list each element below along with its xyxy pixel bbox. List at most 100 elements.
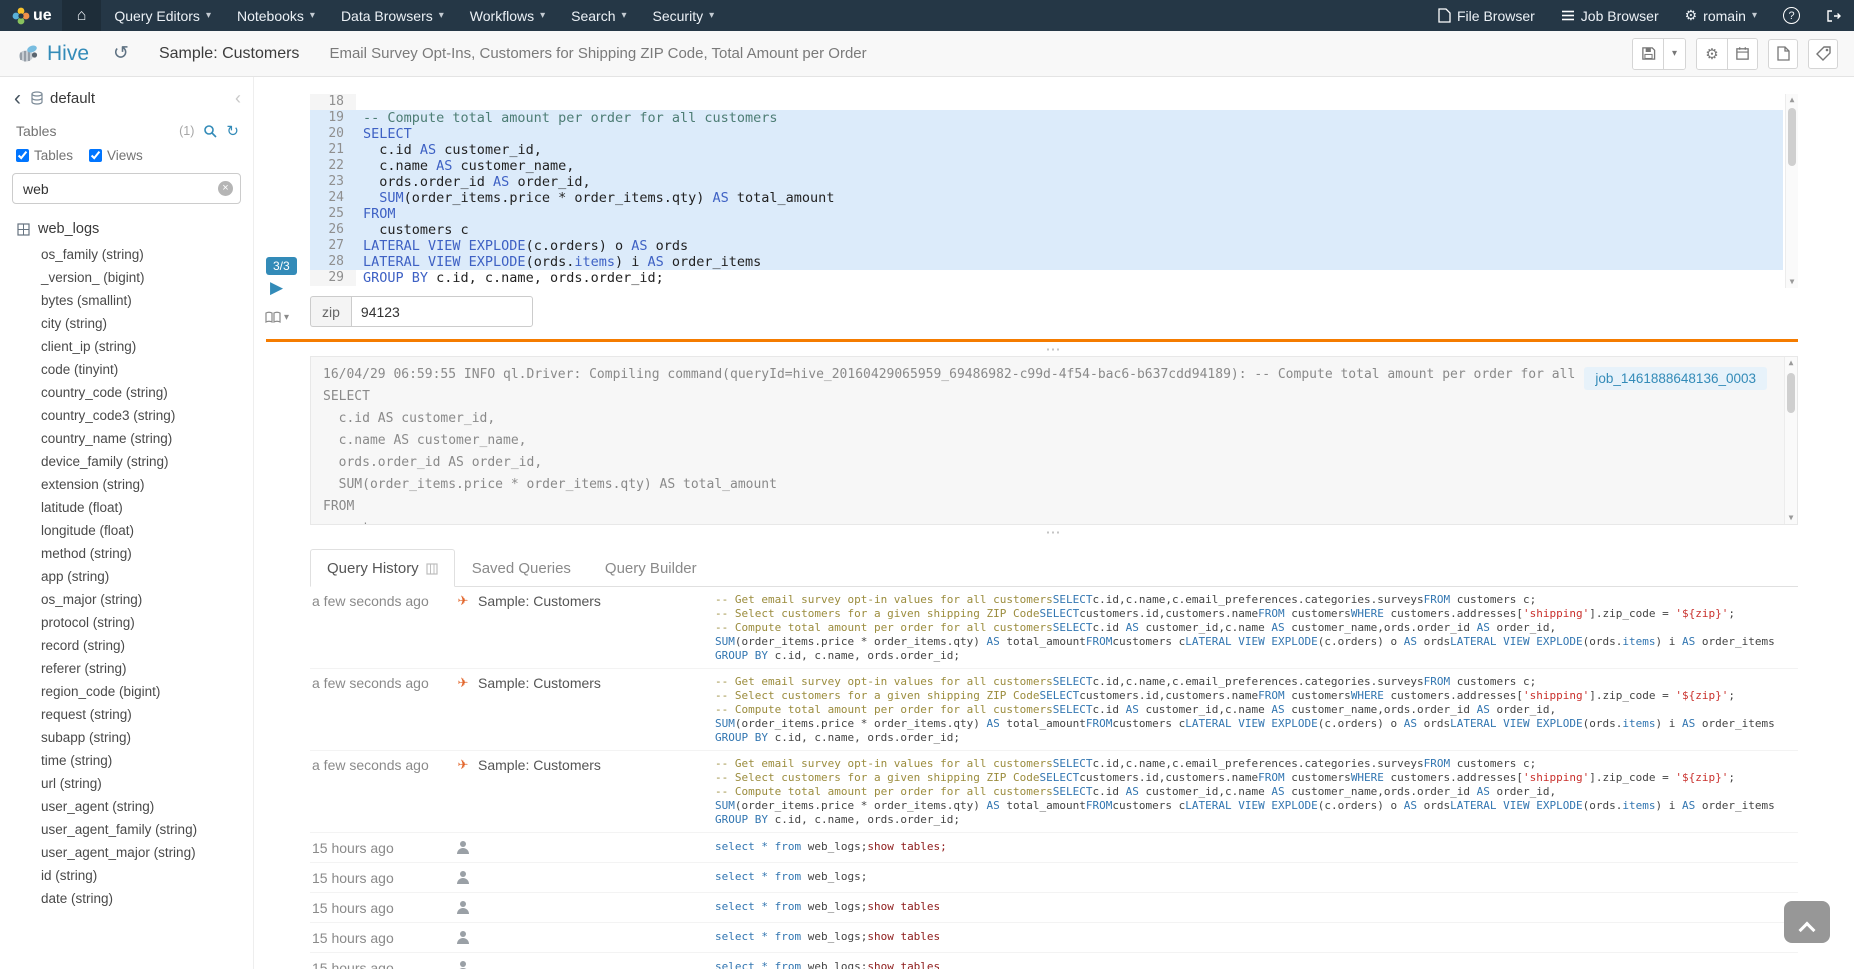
column-item[interactable]: time (string) bbox=[41, 749, 245, 772]
column-item[interactable]: bytes (smallint) bbox=[41, 289, 245, 312]
sql-code-editor[interactable]: 1819-- Compute total amount per order fo… bbox=[310, 94, 1798, 288]
tab-saved-queries[interactable]: Saved Queries bbox=[455, 549, 588, 587]
column-item[interactable]: date (string) bbox=[41, 887, 245, 910]
editor-line[interactable]: 25FROM bbox=[310, 206, 1783, 222]
results-resize-grip[interactable]: ⋯ bbox=[310, 525, 1798, 539]
job-browser-link[interactable]: Job Browser bbox=[1548, 0, 1672, 31]
tab-query-history[interactable]: Query History bbox=[310, 549, 455, 587]
logout-button[interactable] bbox=[1813, 0, 1854, 31]
column-item[interactable]: url (string) bbox=[41, 772, 245, 795]
column-item[interactable]: country_name (string) bbox=[41, 427, 245, 450]
column-item[interactable]: country_code3 (string) bbox=[41, 404, 245, 427]
column-item[interactable]: os_major (string) bbox=[41, 588, 245, 611]
format-menu-button[interactable]: ▾ bbox=[265, 311, 289, 324]
scroll-down-icon[interactable]: ▼ bbox=[1790, 277, 1795, 287]
history-row[interactable]: a few seconds ago✈Sample: Customers-- Ge… bbox=[310, 587, 1798, 669]
history-row[interactable]: 15 hours agoselect * from web_logs;show … bbox=[310, 893, 1798, 923]
editor-line[interactable]: 18 bbox=[310, 94, 1783, 110]
tables-filter[interactable]: Tables bbox=[16, 148, 73, 163]
column-item[interactable]: referer (string) bbox=[41, 657, 245, 680]
column-item[interactable]: app (string) bbox=[41, 565, 245, 588]
variable-zip-input[interactable] bbox=[351, 296, 533, 327]
column-item[interactable]: longitude (float) bbox=[41, 519, 245, 542]
editor-line[interactable]: 29GROUP BY c.id, c.name, ords.order_id; bbox=[310, 270, 1783, 286]
column-item[interactable]: _version_ (bigint) bbox=[41, 266, 245, 289]
menu-query-editors[interactable]: Query Editors ▾ bbox=[101, 0, 224, 31]
app-name[interactable]: Hive bbox=[47, 42, 89, 66]
database-selector[interactable]: default bbox=[30, 90, 95, 107]
editor-line[interactable]: 26 customers c bbox=[310, 222, 1783, 238]
column-item[interactable]: extension (string) bbox=[41, 473, 245, 496]
column-item[interactable]: latitude (float) bbox=[41, 496, 245, 519]
user-menu[interactable]: ⚙ romain ▾ bbox=[1672, 0, 1770, 31]
column-item[interactable]: request (string) bbox=[41, 703, 245, 726]
save-dropdown-button[interactable]: ▾ bbox=[1663, 39, 1685, 69]
hue-logo[interactable]: ue bbox=[0, 0, 62, 31]
history-row[interactable]: 15 hours agoselect * from web_logs;show … bbox=[310, 953, 1798, 969]
schedule-button[interactable] bbox=[1727, 39, 1757, 69]
editor-scroll-thumb[interactable] bbox=[1788, 108, 1796, 166]
column-item[interactable]: protocol (string) bbox=[41, 611, 245, 634]
editor-line[interactable]: 20SELECT bbox=[310, 126, 1783, 142]
table-search-input[interactable] bbox=[12, 173, 241, 204]
menu-workflows[interactable]: Workflows ▾ bbox=[457, 0, 558, 31]
tables-filter-checkbox[interactable] bbox=[16, 149, 29, 162]
help-button[interactable]: ? bbox=[1770, 0, 1813, 31]
column-item[interactable]: city (string) bbox=[41, 312, 245, 335]
scroll-to-top-button[interactable] bbox=[1784, 901, 1830, 943]
menu-notebooks[interactable]: Notebooks ▾ bbox=[224, 0, 328, 31]
scroll-down-icon[interactable]: ▼ bbox=[1789, 513, 1794, 523]
settings-button[interactable]: ⚙ bbox=[1697, 39, 1727, 69]
clear-search-icon[interactable]: × bbox=[218, 181, 233, 196]
menu-data-browsers[interactable]: Data Browsers ▾ bbox=[328, 0, 457, 31]
history-row[interactable]: 15 hours agoselect * from web_logs;show … bbox=[310, 923, 1798, 953]
views-filter-checkbox[interactable] bbox=[89, 149, 102, 162]
column-item[interactable]: country_code (string) bbox=[41, 381, 245, 404]
table-search-button[interactable] bbox=[203, 124, 217, 138]
editor-line[interactable]: 23 ords.order_id AS order_id, bbox=[310, 174, 1783, 190]
history-row[interactable]: 15 hours agoselect * from web_logs; bbox=[310, 863, 1798, 893]
editor-line[interactable]: 28LATERAL VIEW EXPLODE(ords.items) i AS … bbox=[310, 254, 1783, 270]
scroll-up-icon[interactable]: ▲ bbox=[1789, 358, 1794, 368]
scroll-up-icon[interactable]: ▲ bbox=[1790, 95, 1795, 105]
column-item[interactable]: id (string) bbox=[41, 864, 245, 887]
editor-line[interactable]: 22 c.name AS customer_name, bbox=[310, 158, 1783, 174]
job-link[interactable]: job_1461888648136_0003 bbox=[1584, 367, 1767, 390]
history-row[interactable]: 15 hours agoselect * from web_logs;show … bbox=[310, 833, 1798, 863]
log-resize-grip[interactable]: ⋯ bbox=[310, 342, 1798, 356]
column-item[interactable]: user_agent_major (string) bbox=[41, 841, 245, 864]
column-item[interactable]: client_ip (string) bbox=[41, 335, 245, 358]
database-name: default bbox=[50, 90, 95, 107]
column-item[interactable]: region_code (bigint) bbox=[41, 680, 245, 703]
tags-button[interactable] bbox=[1808, 39, 1838, 69]
column-item[interactable]: device_family (string) bbox=[41, 450, 245, 473]
query-history-icon[interactable]: ↺ bbox=[113, 42, 129, 65]
table-item-web-logs[interactable]: web_logs bbox=[0, 212, 253, 240]
back-icon[interactable]: ‹ bbox=[14, 88, 21, 109]
collapse-panel-icon[interactable]: ‹ bbox=[235, 88, 241, 109]
editor-line[interactable]: 21 c.id AS customer_id, bbox=[310, 142, 1783, 158]
save-button[interactable] bbox=[1633, 39, 1663, 69]
refresh-tables-button[interactable]: ↻ bbox=[226, 122, 239, 140]
home-button[interactable]: ⌂ bbox=[62, 0, 102, 31]
tab-query-builder[interactable]: Query Builder bbox=[588, 549, 714, 587]
editor-line[interactable]: 19-- Compute total amount per order for … bbox=[310, 110, 1783, 126]
views-filter[interactable]: Views bbox=[89, 148, 143, 163]
column-item[interactable]: user_agent (string) bbox=[41, 795, 245, 818]
column-item[interactable]: code (tinyint) bbox=[41, 358, 245, 381]
file-browser-link[interactable]: File Browser bbox=[1425, 0, 1548, 31]
column-item[interactable]: method (string) bbox=[41, 542, 245, 565]
column-item[interactable]: subapp (string) bbox=[41, 726, 245, 749]
history-row[interactable]: a few seconds ago✈Sample: Customers-- Ge… bbox=[310, 669, 1798, 751]
column-item[interactable]: record (string) bbox=[41, 634, 245, 657]
menu-search[interactable]: Search ▾ bbox=[558, 0, 639, 31]
history-row[interactable]: a few seconds ago✈Sample: Customers-- Ge… bbox=[310, 751, 1798, 833]
menu-security[interactable]: Security ▾ bbox=[640, 0, 728, 31]
execute-button[interactable]: ▶ bbox=[270, 278, 283, 298]
editor-line[interactable]: 27LATERAL VIEW EXPLODE(c.orders) o AS or… bbox=[310, 238, 1783, 254]
editor-line[interactable]: 24 SUM(order_items.price * order_items.q… bbox=[310, 190, 1783, 206]
log-scroll-thumb[interactable] bbox=[1787, 373, 1795, 413]
new-query-button[interactable] bbox=[1768, 39, 1798, 69]
column-item[interactable]: os_family (string) bbox=[41, 243, 245, 266]
column-item[interactable]: user_agent_family (string) bbox=[41, 818, 245, 841]
